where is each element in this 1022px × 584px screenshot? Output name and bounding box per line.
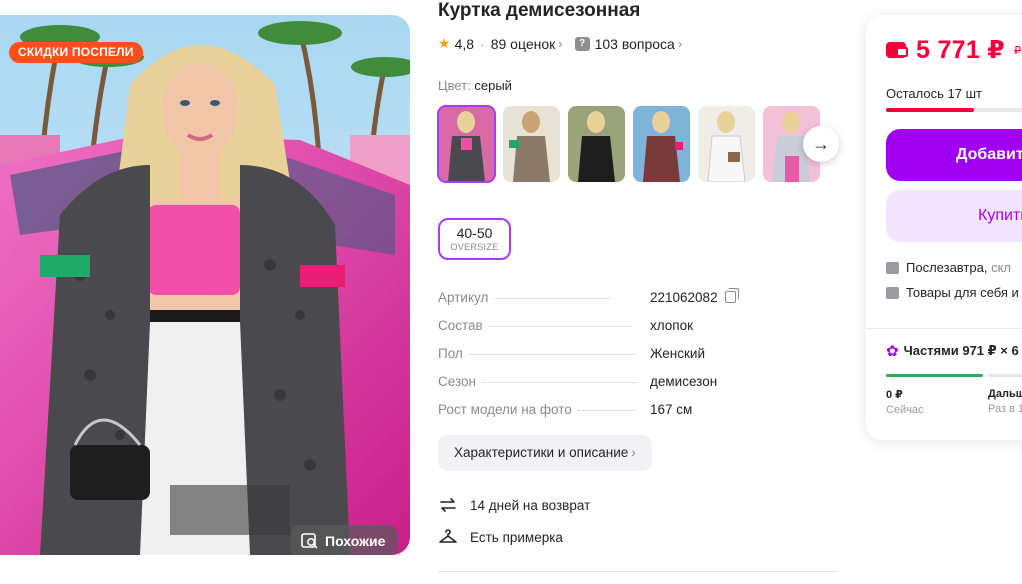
spec-value: демисезон (650, 374, 718, 389)
spec-key: Состав (438, 318, 483, 333)
spec-row: Пол Женский (438, 346, 838, 374)
color-thumbnails (437, 105, 820, 183)
price-row: 5 771 ₽ ₽ (886, 35, 1021, 65)
color-thumbnail-5[interactable] (698, 106, 755, 182)
old-price: ₽ (1014, 44, 1022, 57)
color-label: Цвет: (438, 78, 471, 93)
spec-value: хлопок (650, 318, 694, 333)
copy-icon[interactable] (724, 288, 739, 303)
product-page: СКИДКИ ПОСПЕЛИ Похожие Куртка демисезонн… (0, 0, 1022, 584)
goods-text: Товары для себя и (906, 285, 1019, 300)
star-icon: ★ (438, 35, 451, 51)
specs-table: Артикул 221062082 Состав хлопок Пол Женс… (438, 288, 838, 430)
similar-search-icon (301, 533, 318, 549)
card-divider (866, 328, 1022, 329)
description-button-label: Характеристики и описание (454, 445, 629, 460)
thumbnail-image (568, 106, 625, 182)
fitting-text: Есть примерка (470, 529, 563, 545)
spec-leader (481, 382, 637, 383)
spec-key: Артикул (438, 290, 489, 305)
installment-later-label: Раз в 1 (988, 403, 1022, 415)
spec-key: Сезон (438, 374, 476, 389)
chevron-right-icon: › (558, 36, 563, 51)
rating-value: 4,8 (454, 35, 475, 52)
color-value: серый (474, 78, 512, 93)
article-number: 221062082 (650, 290, 718, 305)
box-icon (886, 261, 899, 274)
wallet-icon (886, 42, 908, 58)
thumbnail-image (698, 106, 755, 182)
color-thumbnail-1[interactable] (437, 105, 496, 183)
size-sub: OVERSIZE (450, 242, 499, 252)
spec-value: Женский (650, 346, 706, 361)
installment-now-amount: 0 ₽ (886, 389, 903, 401)
installments-text: Частями 971 ₽ × 6 (903, 343, 1019, 358)
spec-row: Состав хлопок (438, 318, 838, 346)
installments-row[interactable]: ✿ Частями 971 ₽ × 6 (886, 342, 1019, 360)
return-arrows-icon (440, 498, 456, 512)
delivery-extra: скл (991, 260, 1011, 275)
rating-row: ★ 4,8 · 89 оценок › ? 103 вопроса › (438, 35, 682, 52)
spec-value: 167 см (650, 402, 693, 417)
spec-key: Рост модели на фото (438, 402, 572, 417)
size-option[interactable]: 40-50 OVERSIZE (438, 218, 511, 260)
delivery-row: Послезавтра, скл (886, 260, 1011, 275)
installment-later-amount: Дальш (988, 388, 1022, 400)
installment-bar-now (886, 374, 983, 377)
color-selector-label: Цвет: серый (438, 78, 512, 93)
goods-row: Товары для себя и (886, 285, 1019, 300)
buy-card: 5 771 ₽ ₽ Осталось 17 шт Добавить в корз… (866, 15, 1022, 440)
rating-separator: · (480, 35, 485, 52)
spec-leader (488, 326, 632, 327)
product-title: Куртка демисезонная (438, 0, 641, 21)
question-icon: ? (574, 36, 590, 51)
stock-bar-fill (886, 108, 974, 112)
thumbnails-next-button[interactable]: → (803, 126, 839, 162)
chevron-right-icon: › (677, 36, 683, 51)
stock-text: Осталось 17 шт (886, 86, 982, 101)
similar-button-label: Похожие (325, 533, 386, 549)
truck-icon (886, 286, 899, 299)
installments-flower-icon: ✿ (886, 343, 899, 360)
price: 5 771 ₽ (916, 36, 1006, 64)
installment-now: 0 ₽ Сейчас (886, 388, 924, 416)
spec-leader (468, 354, 636, 355)
spec-key: Пол (438, 346, 463, 361)
spec-leader (577, 410, 636, 411)
installment-later: Дальш Раз в 1 (988, 388, 1022, 415)
sale-badge: СКИДКИ ПОСПЕЛИ (9, 42, 143, 63)
color-thumbnail-4[interactable] (633, 106, 690, 182)
color-thumbnail-2[interactable] (503, 106, 560, 182)
spec-row: Сезон демисезон (438, 374, 838, 402)
delivery-text: Послезавтра, (906, 260, 988, 275)
arrow-right-icon: → (812, 133, 830, 154)
reviews-link[interactable]: 89 оценок (491, 36, 556, 52)
spec-row: Артикул 221062082 (438, 288, 838, 318)
stock-bar (886, 108, 1022, 112)
chevron-right-icon: › (631, 445, 636, 460)
installment-now-label: Сейчас (886, 404, 924, 416)
similar-button[interactable]: Похожие (291, 525, 398, 555)
spec-leader (494, 298, 610, 299)
questions-link[interactable]: 103 вопроса (595, 36, 675, 52)
section-divider (438, 571, 838, 572)
spec-row: Рост модели на фото 167 см (438, 402, 838, 430)
thumbnail-image (438, 106, 495, 182)
installment-bar-later (988, 374, 1022, 377)
returns-text: 14 дней на возврат (470, 497, 591, 513)
returns-feature: 14 дней на возврат (438, 495, 590, 515)
buy-now-button[interactable]: Купить сейчас (886, 190, 1022, 242)
spec-value-article: 221062082 (650, 288, 739, 305)
thumbnail-image (503, 106, 560, 182)
fitting-feature: Есть примерка (438, 527, 563, 547)
main-photo-image (0, 15, 410, 555)
description-button[interactable]: Характеристики и описание › (438, 435, 652, 471)
hanger-icon (439, 529, 457, 543)
size-value: 40-50 (456, 225, 493, 241)
product-main-photo[interactable]: СКИДКИ ПОСПЕЛИ Похожие (0, 15, 410, 555)
add-to-cart-button[interactable]: Добавить в корзину (886, 129, 1022, 181)
installments-progress (886, 374, 1022, 377)
thumbnail-image (633, 106, 690, 182)
color-thumbnail-3[interactable] (568, 106, 625, 182)
